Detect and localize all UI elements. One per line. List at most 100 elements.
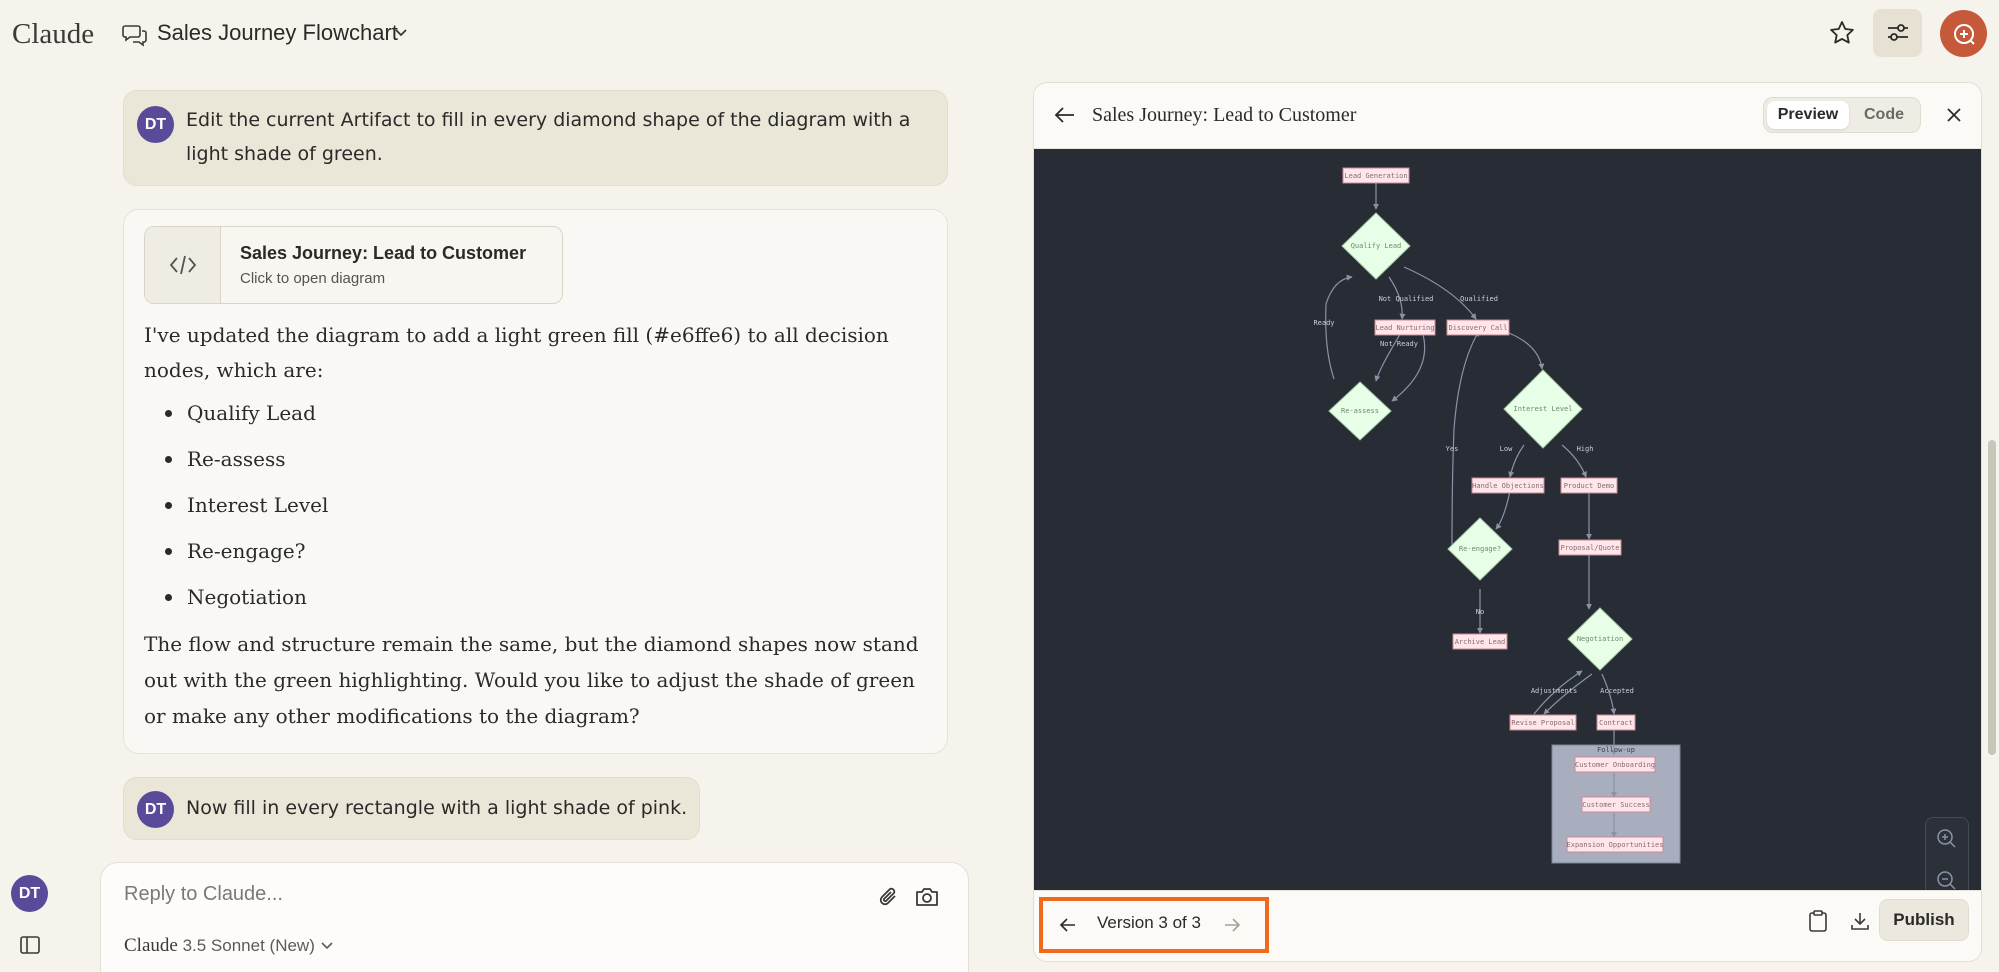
node-label: Lead Generation	[1344, 172, 1407, 180]
artifact-title: Sales Journey: Lead to Customer	[1092, 104, 1357, 126]
edge-label: Accepted	[1600, 687, 1634, 695]
node-label: Handle Objections	[1472, 482, 1544, 490]
model-name: Claude	[124, 935, 178, 956]
list-item: Re-assess	[165, 441, 328, 487]
reply-intro: I've updated the diagram to add a light …	[144, 318, 889, 388]
chevron-down-icon[interactable]	[393, 27, 409, 39]
edge-label: Yes	[1446, 445, 1459, 453]
new-chat-button[interactable]	[1940, 10, 1987, 57]
previous-version-arrow-icon[interactable]	[1059, 916, 1077, 934]
list-item: Negotiation	[165, 579, 328, 625]
reply-input-placeholder[interactable]: Reply to Claude...	[124, 883, 283, 906]
publish-button[interactable]: Publish	[1879, 899, 1969, 941]
artifact-panel-footer: Version 3 of 3 Publish	[1034, 890, 1981, 961]
chat-title[interactable]: Sales Journey Flowchart	[157, 20, 398, 46]
edge-label: Adjustments	[1531, 687, 1577, 695]
tab-preview[interactable]: Preview	[1767, 101, 1849, 129]
model-version: 3.5 Sonnet (New)	[182, 936, 315, 955]
user-avatar: DT	[137, 791, 174, 828]
edge	[1495, 490, 1511, 530]
user-message: DT Edit the current Artifact to fill in …	[123, 90, 948, 186]
list-item: Interest Level	[165, 487, 328, 533]
artifact-reference-subtitle: Click to open diagram	[240, 270, 386, 287]
node-label: Re-assess	[1341, 407, 1379, 415]
edge-label: Qualified	[1460, 295, 1498, 303]
node-label: Revise Proposal	[1511, 719, 1574, 727]
reply-input-box[interactable]: Reply to Claude... Claude 3.5 Sonnet (Ne…	[100, 862, 969, 972]
reply-line: or make any other modifications to the d…	[144, 704, 640, 728]
tab-code[interactable]: Code	[1854, 101, 1914, 129]
user-message-line: light shade of green.	[186, 143, 383, 165]
node-label: Discovery Call	[1448, 324, 1507, 332]
flowchart-diagram: Not Qualified Qualified Ready Not Ready …	[1313, 167, 1681, 864]
artifact-reference-title: Sales Journey: Lead to Customer	[240, 243, 527, 263]
user-message-text: Now fill in every rectangle with a light…	[186, 797, 688, 819]
sliders-icon	[1887, 24, 1908, 41]
chat-bubbles-icon	[122, 25, 147, 47]
settings-sliders-button[interactable]	[1873, 9, 1922, 57]
reply-line: I've updated the diagram to add a light …	[144, 323, 889, 347]
edge-label: High	[1577, 445, 1594, 453]
view-toggle: Preview Code	[1763, 97, 1921, 133]
back-arrow-icon[interactable]	[1054, 105, 1076, 125]
node-label: Customer Success	[1582, 801, 1649, 809]
camera-icon[interactable]	[914, 885, 940, 909]
user-message: DT Now fill in every rectangle with a li…	[123, 777, 700, 840]
node-label: Proposal/Quote	[1560, 544, 1619, 552]
artifact-panel: Sales Journey: Lead to Customer Preview …	[1033, 82, 1982, 962]
edge	[1403, 266, 1477, 320]
download-icon[interactable]	[1849, 910, 1871, 932]
code-icon-box	[145, 227, 221, 303]
subgraph-label: Follow-up	[1597, 746, 1635, 754]
claude-logo[interactable]: Claude	[12, 18, 94, 51]
edge-label: Not Qualified	[1379, 295, 1434, 303]
chevron-down-icon	[321, 942, 333, 950]
top-bar: Claude Sales Journey Flowchart	[0, 0, 1999, 68]
user-message-text: Edit the current Artifact to fill in eve…	[186, 103, 910, 171]
node-label: Contract	[1599, 719, 1633, 727]
edge	[1503, 330, 1545, 370]
user-avatar: DT	[137, 106, 174, 143]
star-icon[interactable]	[1825, 16, 1859, 50]
node-label: Re-engage?	[1459, 545, 1501, 553]
edge-label: No	[1476, 608, 1484, 616]
node-label: Negotiation	[1577, 635, 1623, 643]
artifact-panel-header: Sales Journey: Lead to Customer Preview …	[1034, 83, 1981, 149]
node-label: Archive Lead	[1455, 638, 1506, 646]
close-icon[interactable]	[1944, 105, 1964, 125]
decision-node-list: Qualify Lead Re-assess Interest Level Re…	[165, 395, 328, 625]
sidebar-toggle-icon[interactable]	[20, 936, 40, 954]
paperclip-icon[interactable]	[877, 885, 901, 909]
node-label: Qualify Lead	[1351, 242, 1402, 250]
reply-line: nodes, which are:	[144, 358, 324, 382]
diagram-edges	[1325, 179, 1617, 838]
node-label: Expansion Opportunities	[1567, 841, 1664, 849]
edge-label: Low	[1500, 445, 1513, 453]
code-icon	[169, 255, 196, 275]
list-item: Qualify Lead	[165, 395, 328, 441]
edge-label: Ready	[1313, 319, 1334, 327]
diagram-canvas: Not Qualified Qualified Ready Not Ready …	[1034, 149, 1981, 945]
reply-line: out with the green highlighting. Would y…	[144, 668, 915, 692]
new-chat-icon	[1953, 23, 1975, 45]
scrollbar[interactable]	[1988, 440, 1996, 755]
zoom-in-icon[interactable]	[1926, 818, 1968, 858]
edge-label: Not Ready	[1380, 340, 1418, 348]
node-label: Customer Onboarding	[1575, 761, 1655, 769]
reply-line: The flow and structure remain the same, …	[144, 632, 919, 656]
edge	[1325, 274, 1353, 380]
edge	[1374, 330, 1403, 382]
reply-outro: The flow and structure remain the same, …	[144, 626, 919, 734]
list-item: Re-engage?	[165, 533, 328, 579]
artifact-reference-card[interactable]: Sales Journey: Lead to Customer Click to…	[144, 226, 563, 304]
user-message-line: Edit the current Artifact to fill in eve…	[186, 109, 911, 131]
clipboard-icon[interactable]	[1808, 909, 1828, 933]
version-navigator: Version 3 of 3	[1039, 897, 1269, 953]
model-selector[interactable]: Claude 3.5 Sonnet (New)	[124, 935, 334, 957]
next-version-arrow-icon[interactable]	[1223, 916, 1241, 934]
node-label: Product Demo	[1564, 482, 1615, 490]
version-label: Version 3 of 3	[1097, 913, 1201, 932]
edge	[1451, 330, 1480, 547]
sidebar-user-avatar[interactable]: DT	[11, 875, 48, 912]
node-label: Interest Level	[1513, 405, 1572, 413]
